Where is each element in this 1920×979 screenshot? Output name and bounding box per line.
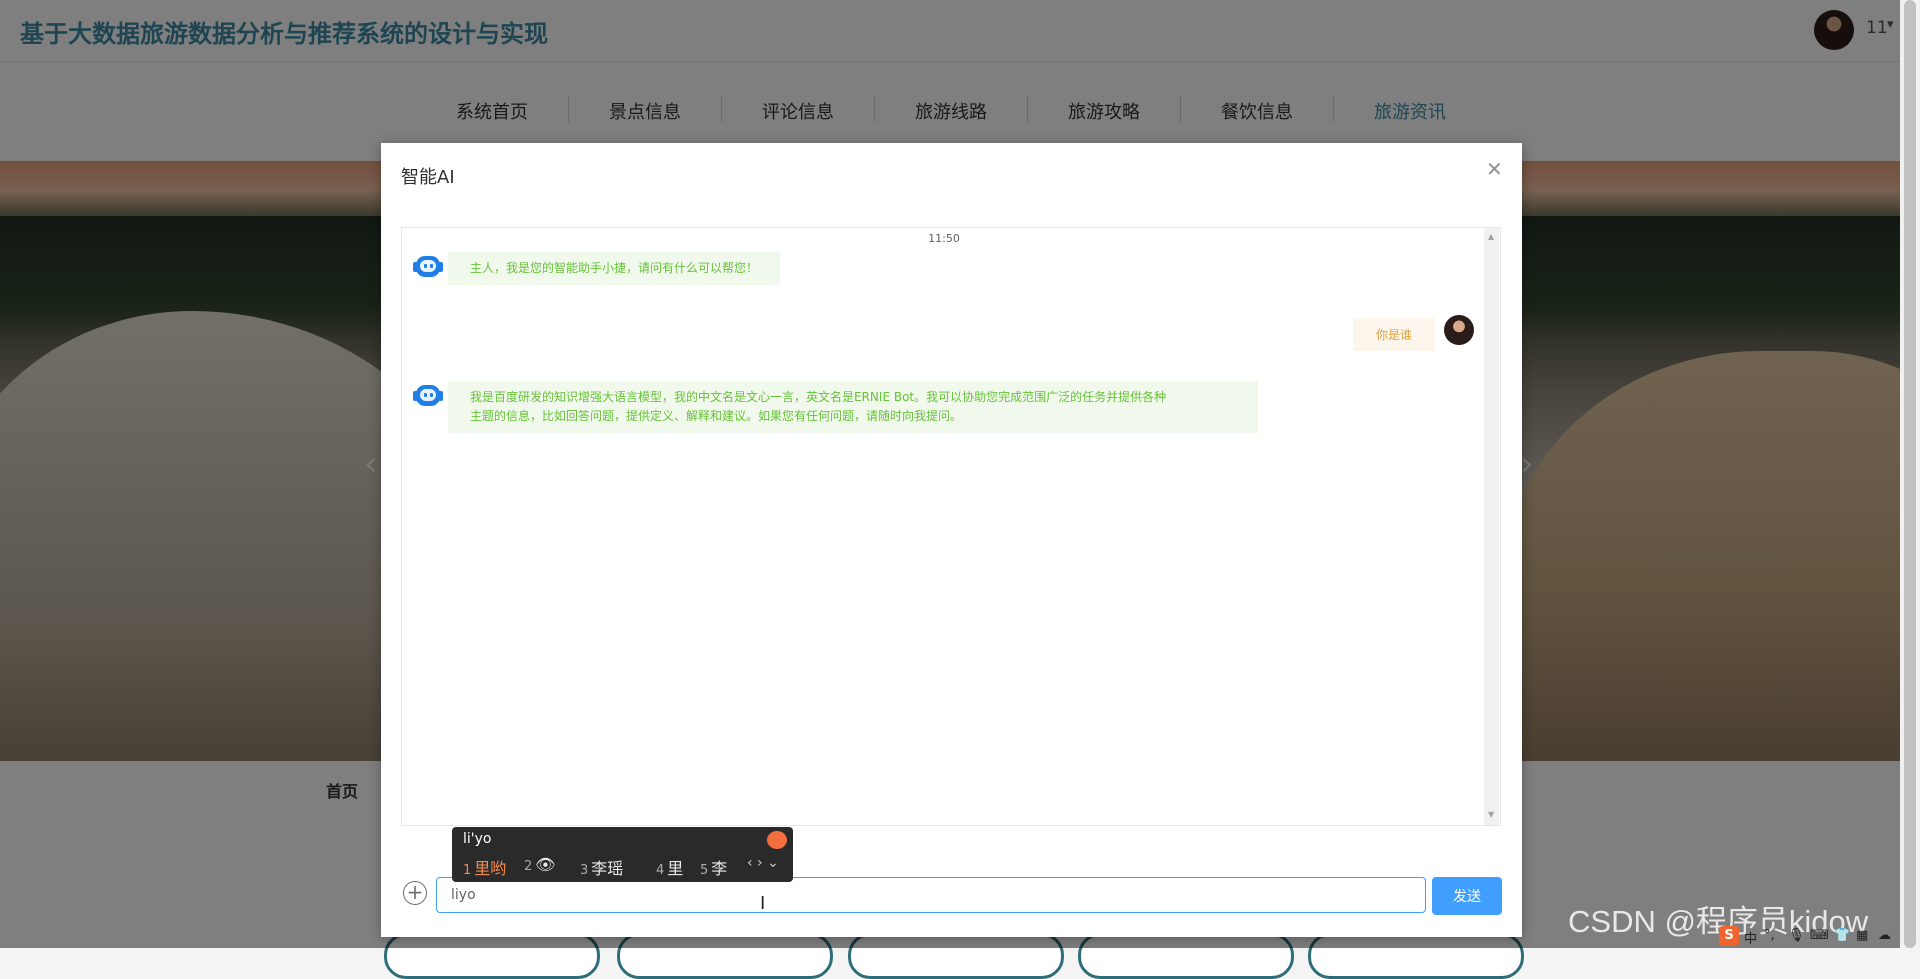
ime-composition: li'yo bbox=[463, 831, 492, 847]
punctuation-mode[interactable]: °, bbox=[1764, 928, 1775, 943]
cloud-icon[interactable]: ☁ bbox=[1878, 928, 1891, 943]
ime-candidate[interactable]: 2 👁 bbox=[524, 855, 556, 874]
microphone-icon[interactable]: 🎙 bbox=[1788, 928, 1805, 943]
ime-mode[interactable]: 中 bbox=[1744, 928, 1757, 947]
send-button[interactable]: 发送 bbox=[1432, 877, 1502, 915]
message-input[interactable] bbox=[436, 877, 1426, 913]
text-cursor-icon: I bbox=[760, 893, 766, 914]
user-message: 你是谁 bbox=[1353, 318, 1436, 351]
eye-emoji-icon: 👁 bbox=[535, 855, 556, 874]
sogou-logo-icon bbox=[767, 831, 787, 849]
chat-scrollbar[interactable]: ▲ ▼ bbox=[1484, 228, 1499, 825]
toolbox-icon[interactable]: ▦ bbox=[1856, 928, 1868, 943]
scroll-down-icon[interactable]: ▼ bbox=[1488, 810, 1494, 819]
plus-circle-icon[interactable]: + bbox=[403, 881, 427, 905]
bot-message: 我是百度研发的知识增强大语言模型，我的中文名是文心一言，英文名是ERNIE Bo… bbox=[448, 381, 1258, 433]
system-tray: S 中 °, 🎙 ⌨ 👕 ▦ ☁ bbox=[1718, 926, 1920, 948]
sogou-ime-icon[interactable]: S bbox=[1719, 926, 1739, 946]
scroll-up-icon[interactable]: ▲ bbox=[1488, 232, 1494, 241]
chat-timestamp: 11:50 bbox=[928, 232, 960, 245]
dialog-title: 智能AI bbox=[401, 167, 455, 188]
skin-icon[interactable]: 👕 bbox=[1834, 928, 1850, 943]
page-scrollbar-thumb[interactable] bbox=[1904, 0, 1916, 948]
ime-candidate[interactable]: 3 李瑶 bbox=[580, 855, 623, 879]
ime-candidate[interactable]: 1 里哟 bbox=[463, 855, 506, 879]
robot-avatar-icon bbox=[413, 383, 443, 409]
ime-candidate[interactable]: 5李 bbox=[700, 855, 727, 879]
ime-candidate[interactable]: 4里 bbox=[656, 855, 683, 879]
bot-message-line: 我是百度研发的知识增强大语言模型，我的中文名是文心一言，英文名是ERNIE Bo… bbox=[470, 390, 1167, 404]
bot-message: 主人，我是您的智能助手小捷，请问有什么可以帮您！ bbox=[448, 252, 781, 285]
ime-page-nav-icon[interactable]: ‹ › ⌄ bbox=[747, 855, 779, 871]
user-chat-avatar bbox=[1444, 315, 1474, 345]
robot-avatar-icon bbox=[413, 254, 443, 280]
keyboard-icon[interactable]: ⌨ bbox=[1810, 928, 1829, 943]
page-scrollbar[interactable] bbox=[1900, 0, 1920, 948]
chat-history[interactable]: 11:50 主人，我是您的智能助手小捷，请问有什么可以帮您！ 你是谁 我是百度研… bbox=[401, 227, 1501, 826]
bot-message-line: 主题的信息，比如回答问题，提供定义、解释和建议。如果您有任何问题，请随时向我提问… bbox=[470, 409, 963, 423]
ime-candidate-window: li'yo 1 里哟 2 👁 3 李瑶 4里 5李 ‹ › ⌄ bbox=[452, 827, 793, 882]
close-icon[interactable]: ✕ bbox=[1486, 157, 1503, 181]
ai-chat-dialog: 智能AI ✕ 11:50 主人，我是您的智能助手小捷，请问有什么可以帮您！ 你是… bbox=[381, 143, 1522, 937]
